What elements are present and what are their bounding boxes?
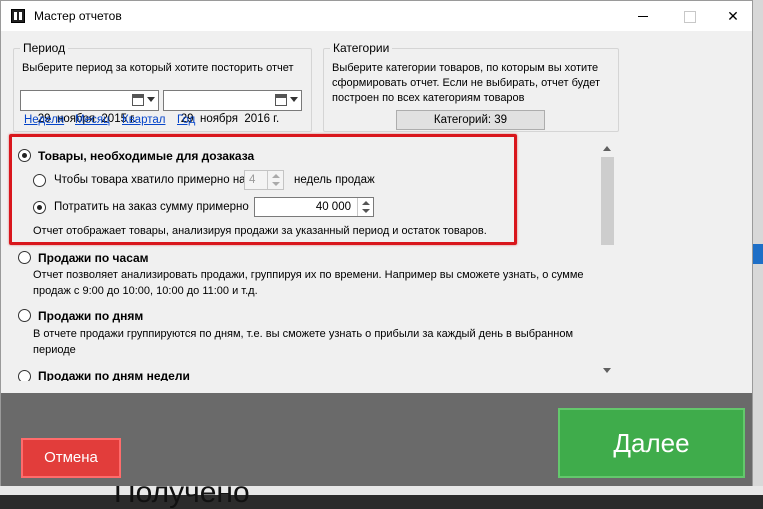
background-selection — [753, 244, 763, 264]
weeks-suffix: недель продаж — [294, 174, 375, 186]
cancel-button[interactable]: Отмена — [21, 438, 121, 478]
options-scrollbar[interactable] — [599, 139, 616, 381]
sub-option-weeks-radio[interactable] — [33, 174, 46, 187]
link-week[interactable]: Неделя — [24, 114, 64, 126]
scroll-down-icon[interactable] — [603, 368, 611, 373]
next-button[interactable]: Далее — [558, 408, 745, 478]
option-hourly-description: Отчет позволяет анализировать продажи, г… — [33, 269, 584, 297]
period-description: Выберите период за который хотите постор… — [22, 62, 294, 74]
link-month[interactable]: Месяц — [75, 114, 110, 126]
period-legend: Период — [20, 41, 69, 55]
calendar-icon[interactable] — [275, 94, 287, 106]
scroll-thumb[interactable] — [601, 157, 614, 245]
option-hourly-title[interactable]: Продажи по часам — [38, 251, 149, 265]
option-daily-description: В отчете продажи группируются по дням, т… — [33, 328, 574, 356]
link-year[interactable]: Год — [177, 114, 195, 126]
amount-spin-buttons[interactable] — [357, 198, 373, 216]
option-reorder-title[interactable]: Товары, необходимые для дозаказа — [38, 149, 254, 163]
scroll-up-icon[interactable] — [603, 146, 611, 151]
date-from-picker[interactable]: 29 ноября 2015 г. — [20, 90, 159, 125]
maximize-button — [679, 6, 699, 26]
app-icon — [11, 9, 25, 23]
sub-option-weeks-label[interactable]: Чтобы товара хватило примерно на — [54, 174, 246, 186]
background-app-strip-right — [753, 0, 763, 495]
weeks-spin-buttons[interactable] — [267, 171, 283, 189]
option-reorder-description: Отчет отображает товары, анализируя прод… — [33, 225, 487, 237]
option-weekday-title[interactable]: Продажи по дням недели — [38, 369, 190, 381]
option-weekday-radio[interactable] — [18, 370, 31, 381]
window-title: Мастер отчетов — [34, 9, 122, 23]
weeks-stepper[interactable]: 4 — [244, 170, 284, 190]
link-quarter[interactable]: Квартал — [122, 114, 165, 126]
close-button[interactable]: ✕ — [723, 6, 743, 26]
sub-option-amount-radio[interactable] — [33, 201, 46, 214]
chevron-down-icon[interactable] — [147, 97, 155, 102]
sub-option-amount-label[interactable]: Потратить на заказ сумму примерно — [54, 201, 249, 213]
categories-legend: Категории — [330, 41, 393, 55]
date-to-value: 29 ноября 2016 г. — [180, 113, 280, 125]
chevron-down-icon[interactable] — [290, 97, 298, 102]
weeks-value: 4 — [249, 174, 256, 186]
option-reorder-radio[interactable] — [18, 149, 31, 162]
report-options-panel: Товары, необходимые для дозаказа Чтобы т… — [9, 139, 616, 381]
calendar-icon[interactable] — [132, 94, 144, 106]
report-wizard-window: Мастер отчетов ✕ Период Выберите период … — [0, 0, 753, 486]
amount-value: 40 000 — [315, 201, 351, 213]
categories-description: Выберите категории товаров, по которым в… — [332, 62, 601, 104]
categories-button[interactable]: Категорий: 39 — [396, 110, 545, 130]
minimize-button[interactable] — [633, 6, 653, 26]
option-daily-radio[interactable] — [18, 309, 31, 322]
option-hourly-radio[interactable] — [18, 251, 31, 264]
date-to-picker[interactable]: 29 ноября 2016 г. — [163, 90, 302, 125]
amount-stepper[interactable]: 40 000 — [254, 197, 374, 217]
option-daily-title[interactable]: Продажи по дням — [38, 309, 143, 323]
title-bar: Мастер отчетов ✕ — [1, 1, 752, 31]
